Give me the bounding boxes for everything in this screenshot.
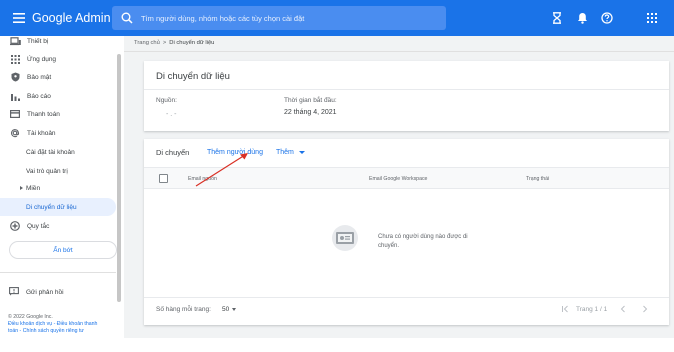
column-workspace-email[interactable]: Email Google Workspace xyxy=(369,176,427,182)
select-all-checkbox[interactable] xyxy=(159,174,168,183)
empty-state-message: Chưa có người dùng nào được di chuyển. xyxy=(378,234,468,249)
notifications-bell-icon[interactable] xyxy=(574,10,590,26)
sidebar-scrollbar[interactable] xyxy=(117,54,121,302)
chevron-down-icon xyxy=(232,307,237,311)
app-brand[interactable]: Google Admin xyxy=(32,11,111,25)
show-less-button[interactable]: Ẩn bớt xyxy=(9,241,117,259)
rows-per-page-label: Số hàng mỗi trang: xyxy=(156,306,211,313)
start-time-value: 22 tháng 4, 2021 xyxy=(284,109,337,116)
feedback-icon xyxy=(9,287,19,298)
copyright-text: © 2022 Google Inc. xyxy=(8,314,53,320)
sidebar-item-label: Thanh toán xyxy=(27,110,60,118)
source-value: - . - xyxy=(166,111,177,118)
main-menu-icon[interactable] xyxy=(8,7,30,29)
card-divider xyxy=(144,89,669,90)
apps-launcher-icon[interactable] xyxy=(644,10,660,26)
breadcrumb-separator: > xyxy=(162,40,167,46)
sidebar-item-data-migration[interactable]: Di chuyển dữ liệu xyxy=(26,204,77,211)
pager-divider xyxy=(144,297,669,298)
page-indicator: Trang 1 / 1 xyxy=(576,306,608,313)
column-status[interactable]: Trạng thái xyxy=(526,176,549,182)
privacy-link[interactable]: toán - Chính sách quyền riêng tư xyxy=(8,328,84,334)
search-icon xyxy=(120,11,134,25)
breadcrumb-current: Di chuyển dữ liệu xyxy=(169,40,215,46)
sidebar-divider xyxy=(0,272,116,273)
more-dropdown-icon[interactable] xyxy=(299,151,305,154)
sidebar-subitem-admin-roles[interactable]: Vai trò quản trị xyxy=(26,168,68,175)
send-feedback-button[interactable]: Gửi phản hồi xyxy=(9,287,64,298)
search-input[interactable] xyxy=(141,13,441,23)
terms-link[interactable]: Điều khoản dịch vụ - Điều khoản thanh xyxy=(8,321,97,327)
start-time-label: Thời gian bắt đầu: xyxy=(284,97,337,104)
sidebar-subitem-account-settings[interactable]: Cài đặt tài khoản xyxy=(26,149,75,156)
rules-icon xyxy=(9,220,21,232)
more-menu-link[interactable]: Thêm xyxy=(276,149,294,156)
sidebar-item-label: Báo cáo xyxy=(27,92,51,100)
hourglass-icon[interactable] xyxy=(549,10,565,26)
rows-per-page-value: 50 xyxy=(222,305,230,313)
sidebar-item-billing[interactable]: Thanh toán xyxy=(0,105,116,123)
migration-section-title: Di chuyển xyxy=(156,148,190,157)
credit-card-icon xyxy=(9,108,21,120)
sidebar-item-devices[interactable]: Thiết bị xyxy=(0,32,116,50)
shield-icon xyxy=(9,71,21,83)
top-bar-actions xyxy=(549,10,660,26)
breadcrumb: Trang chủ > Di chuyển dữ liệu xyxy=(134,40,214,46)
help-icon[interactable] xyxy=(599,10,615,26)
bar-chart-icon xyxy=(9,90,21,102)
annotation-arrow xyxy=(195,153,248,187)
breadcrumb-home[interactable]: Trang chủ xyxy=(134,40,160,46)
apps-grid-icon xyxy=(9,53,21,65)
sidebar-item-label: Quy tắc xyxy=(27,222,50,230)
sidebar-nav: Thiết bị Ứng dụng Bảo mật Báo cáo Thanh … xyxy=(0,36,122,338)
next-page-icon[interactable] xyxy=(640,304,650,314)
rows-per-page-select[interactable]: 50 xyxy=(222,303,246,315)
sidebar-item-label: Bảo mật xyxy=(27,73,52,81)
source-label: Nguồn: xyxy=(156,97,177,104)
first-page-icon[interactable] xyxy=(560,304,570,314)
sidebar-item-account[interactable]: Tài khoản xyxy=(0,124,116,142)
sidebar-item-security[interactable]: Bảo mật xyxy=(0,68,116,86)
devices-icon xyxy=(9,35,21,47)
search-bar[interactable] xyxy=(112,6,446,30)
empty-state-icon xyxy=(330,225,360,251)
sidebar-item-apps[interactable]: Ứng dụng xyxy=(0,50,116,68)
feedback-label: Gửi phản hồi xyxy=(26,289,64,296)
previous-page-icon[interactable] xyxy=(618,304,628,314)
sidebar-item-label: Ứng dụng xyxy=(27,55,57,63)
breadcrumb-divider xyxy=(124,51,674,52)
sidebar-subitem-domains[interactable]: Miền xyxy=(26,185,40,192)
sidebar-item-label: Tài khoản xyxy=(27,129,56,137)
sidebar-item-label: Thiết bị xyxy=(27,37,49,45)
top-app-bar: Google Admin xyxy=(0,0,674,36)
sidebar-item-rules[interactable]: Quy tắc xyxy=(0,217,116,235)
page-title: Di chuyển dữ liệu xyxy=(156,71,230,82)
migration-info-card: Di chuyển dữ liệu Nguồn: - . - Thời gian… xyxy=(144,61,669,131)
sidebar-item-reports[interactable]: Báo cáo xyxy=(0,87,116,105)
at-sign-icon xyxy=(9,127,21,139)
expand-arrow-icon[interactable] xyxy=(20,186,23,190)
